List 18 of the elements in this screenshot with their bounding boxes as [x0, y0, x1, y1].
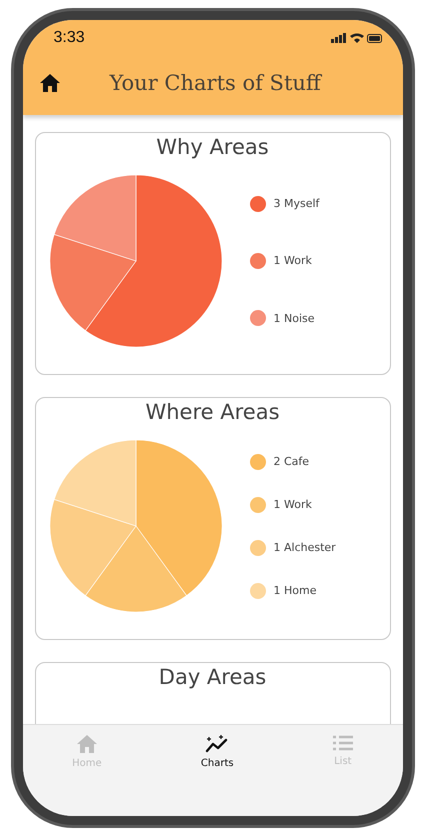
list-icon	[332, 735, 353, 751]
legend-label: 1 Alchester	[274, 541, 336, 554]
chart-title: Where Areas	[144, 400, 281, 424]
home-icon	[76, 735, 97, 753]
legend-label: 1 Noise	[274, 312, 315, 325]
app-title: Your Charts of Stuff	[110, 71, 321, 95]
status-icons	[330, 32, 382, 44]
legend-label: 1 Home	[274, 584, 316, 597]
chart-title: Day Areas	[158, 665, 268, 689]
legend-label: 1 Work	[274, 254, 312, 268]
status-time: 3:33	[54, 29, 85, 47]
legend-label: 2 Cafe	[274, 455, 310, 468]
tab-button[interactable]: Charts	[194, 735, 240, 769]
legend-label: 1 Work	[274, 498, 312, 511]
legend-label: 3 Myself	[274, 197, 320, 210]
sparkle-line-chart-icon	[205, 735, 230, 753]
home-icon[interactable]	[40, 74, 60, 92]
chart-title: Why Areas	[155, 135, 270, 159]
